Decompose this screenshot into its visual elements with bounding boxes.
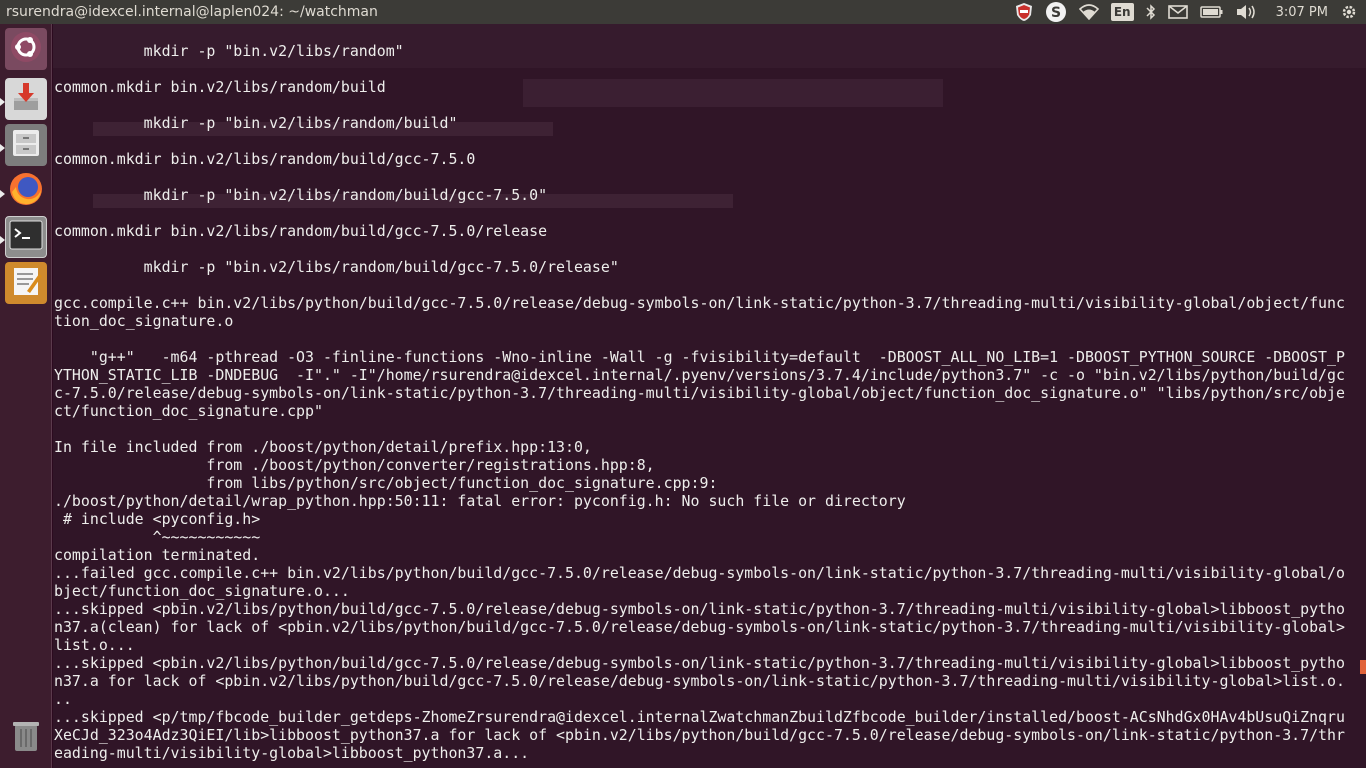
- terminal-line: ...skipped <pbin.v2/libs/python/build/gc…: [54, 600, 1345, 618]
- terminal-line: ct/function_doc_signature.cpp": [54, 402, 323, 420]
- terminal-line: common.mkdir bin.v2/libs/random/build: [54, 78, 386, 96]
- scrollbar-indicator[interactable]: [1360, 660, 1366, 674]
- terminal-output: mkdir -p "bin.v2/libs/random" common.mkdi…: [54, 42, 1345, 762]
- trash-icon: [10, 717, 42, 757]
- terminal-line: n37.a(clean) for lack of <pbin.v2/libs/p…: [54, 618, 1345, 636]
- terminal-line: common.mkdir bin.v2/libs/random/build/gc…: [54, 150, 476, 168]
- shield-icon[interactable]: [1015, 0, 1033, 24]
- terminal-line: c-7.5.0/release/debug-symbols-on/link-st…: [54, 384, 1345, 402]
- launcher-item-trash[interactable]: [5, 716, 47, 758]
- terminal-line: list.o...: [54, 636, 135, 654]
- launcher-item-text-editor[interactable]: [5, 262, 47, 304]
- terminal-line: mkdir -p "bin.v2/libs/random": [54, 42, 404, 60]
- volume-icon[interactable]: [1236, 0, 1258, 24]
- language-label: En: [1110, 3, 1134, 21]
- terminal-line: ..: [54, 690, 72, 708]
- installer-icon: [9, 80, 43, 118]
- terminal-window[interactable]: mkdir -p "bin.v2/libs/random" common.mkdi…: [53, 24, 1366, 768]
- indicator-area: S En 3:07 PM: [1015, 0, 1366, 24]
- terminal-line: common.mkdir bin.v2/libs/random/build/gc…: [54, 222, 548, 240]
- launcher-item-terminal[interactable]: [5, 216, 47, 258]
- bluetooth-icon[interactable]: [1146, 0, 1156, 24]
- terminal-line: In file included from ./boost/python/det…: [54, 438, 592, 456]
- svg-text:S: S: [1051, 5, 1061, 21]
- terminal-line: from libs/python/src/object/function_doc…: [54, 474, 718, 492]
- terminal-line: "g++" -m64 -pthread -O3 -finline-functio…: [54, 348, 1345, 366]
- launcher: [0, 24, 52, 768]
- terminal-line: YTHON_STATIC_LIB -DNDEBUG -I"." -I"/home…: [54, 366, 1345, 384]
- terminal-line: from ./boost/python/converter/registrati…: [54, 456, 655, 474]
- window-title: rsurendra@idexcel.internal@laplen024: ~/…: [6, 4, 378, 20]
- ubuntu-logo-icon: [8, 29, 44, 69]
- terminal-line: n37.a for lack of <pbin.v2/libs/python/b…: [54, 672, 1345, 690]
- skype-icon[interactable]: S: [1045, 0, 1067, 24]
- battery-icon[interactable]: [1199, 0, 1224, 24]
- terminal-line: ...failed gcc.compile.c++ bin.v2/libs/py…: [54, 564, 1345, 582]
- terminal-line: tion_doc_signature.o: [54, 312, 234, 330]
- terminal-line: ...skipped <pbin.v2/libs/python/build/gc…: [54, 654, 1345, 672]
- launcher-item-files[interactable]: [5, 124, 47, 166]
- terminal-icon: [9, 220, 43, 254]
- keyboard-language-indicator[interactable]: En: [1110, 0, 1134, 24]
- terminal-line: ./boost/python/detail/wrap_python.hpp:50…: [54, 492, 906, 510]
- mail-icon[interactable]: [1167, 0, 1188, 24]
- terminal-line: eading-multi/visibility-global>libboost_…: [54, 744, 530, 762]
- text-editor-icon: [9, 264, 43, 302]
- terminal-line: bject/function_doc_signature.o...: [54, 582, 350, 600]
- terminal-line: XeCJd_323o4Adz3QiEI/lib>libboost_python3…: [54, 726, 1345, 744]
- clock[interactable]: 3:07 PM: [1276, 5, 1328, 20]
- launcher-item-installer[interactable]: [5, 78, 47, 120]
- terminal-line: compilation terminated.: [54, 546, 261, 564]
- terminal-line: # include <pyconfig.h>: [54, 510, 261, 528]
- launcher-item-firefox[interactable]: [5, 170, 47, 212]
- terminal-line: mkdir -p "bin.v2/libs/random/build": [54, 114, 458, 132]
- top-panel: rsurendra@idexcel.internal@laplen024: ~/…: [0, 0, 1366, 24]
- terminal-line: gcc.compile.c++ bin.v2/libs/python/build…: [54, 294, 1345, 312]
- terminal-line: mkdir -p "bin.v2/libs/random/build/gcc-7…: [54, 186, 548, 204]
- power-gear-icon[interactable]: [1340, 0, 1358, 24]
- terminal-line: mkdir -p "bin.v2/libs/random/build/gcc-7…: [54, 258, 619, 276]
- wifi-icon[interactable]: [1078, 0, 1099, 24]
- terminal-line: ...skipped <p/tmp/fbcode_builder_getdeps…: [54, 708, 1345, 726]
- terminal-line: ^~~~~~~~~~~~: [54, 528, 261, 546]
- launcher-item-dash[interactable]: [5, 28, 47, 70]
- firefox-icon: [7, 170, 45, 212]
- file-cabinet-icon: [9, 126, 43, 164]
